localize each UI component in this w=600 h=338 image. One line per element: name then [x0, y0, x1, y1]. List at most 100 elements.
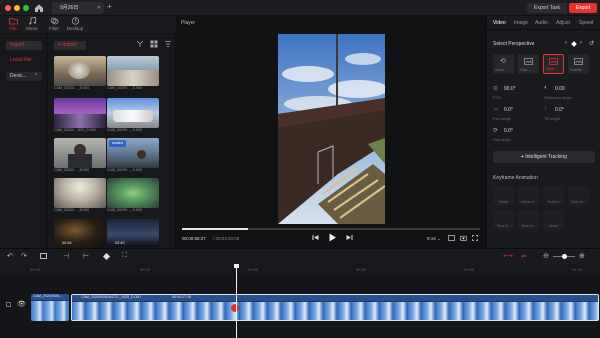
sidebar-import[interactable]: Import [6, 41, 42, 50]
fullscreen-icon[interactable] [472, 235, 478, 241]
keyframe-preset[interactable]: Push In [543, 186, 564, 205]
tab-music[interactable]: Music [21, 17, 43, 31]
trim-right-icon[interactable]: ⊢ [83, 252, 89, 260]
keyframe-preset[interactable]: Pace ti... [493, 210, 514, 229]
distortion-value[interactable]: 0.00 [555, 86, 565, 92]
project-tab[interactable]: 9月26日 ✕ [52, 2, 104, 14]
home-icon[interactable] [34, 3, 44, 13]
perspective-option[interactable]: Obje... [518, 54, 539, 74]
aspect-ratio-select[interactable]: 9:16 ⌄ [427, 236, 441, 242]
keyframe-preset[interactable]: Linear [543, 210, 564, 229]
grid-view-icon[interactable] [150, 40, 158, 48]
next-frame-icon[interactable] [346, 234, 353, 241]
chevron-left-icon[interactable]: ‹ [565, 40, 567, 46]
tab-desktop[interactable]: Desktop [64, 17, 86, 31]
export-button[interactable]: Export [569, 3, 597, 13]
snapshot-icon[interactable] [460, 235, 467, 241]
magnet-icon[interactable]: ⇌ [521, 252, 527, 260]
tilt-value[interactable]: 0.0° [555, 107, 564, 113]
zoom-slider-handle[interactable] [562, 254, 567, 259]
undo-icon[interactable]: ↶ [7, 252, 13, 260]
redo-icon[interactable]: ↷ [21, 252, 27, 260]
keyframe-preset[interactable]: Shake [493, 186, 514, 205]
rotate-icon: ⟲ [500, 58, 506, 65]
timeline-clip-selected[interactable]: CAM_20200926154737_0025_D.000 00:04:17:2… [71, 294, 599, 321]
pan-value[interactable]: 0.0° [504, 107, 513, 113]
minimize-window-button[interactable] [14, 5, 20, 11]
keyframe-preset-label: Shake [498, 200, 509, 204]
fit-screen-icon[interactable] [448, 235, 455, 241]
keyframe-preset[interactable]: Slow m... [568, 186, 589, 205]
perspective-option[interactable]: Dramat... [568, 54, 589, 74]
media-thumb[interactable] [107, 178, 159, 208]
video-preview[interactable] [278, 34, 385, 224]
tab-video[interactable]: Video [493, 20, 506, 26]
roll-value[interactable]: 0.0° [504, 128, 513, 134]
timeline-ruler[interactable]: 00:00 00:15 00:30 00:45 01:00 01:15 [0, 264, 600, 274]
thumb-caption: CAM_20200…_D.000 [54, 86, 90, 90]
close-window-button[interactable] [5, 5, 11, 11]
add-keyframe-icon[interactable] [102, 252, 111, 261]
keyframe-preset[interactable]: Linear a... [518, 186, 539, 205]
reset-icon[interactable]: ↺ [589, 40, 594, 47]
roll-label: Roll angle [493, 137, 511, 142]
project-tab-label: 9月26日 [60, 5, 79, 11]
filter-icon [50, 17, 58, 25]
previous-frame-icon[interactable] [312, 234, 319, 241]
new-tab-icon[interactable]: + [107, 2, 112, 11]
clip-label: CAM_20200926… [33, 294, 63, 298]
section-title: Select Perspective [493, 41, 535, 47]
track-visibility-icon[interactable]: 👁 [17, 300, 26, 308]
keyframe-diamond-icon[interactable] [571, 41, 577, 47]
crop-icon[interactable]: ⛶ [122, 252, 127, 260]
zoom-slider[interactable] [553, 254, 575, 259]
thumb-caption: CAM_20200…_D.000 [107, 128, 143, 132]
audio-wave-icon[interactable]: ⟷ [503, 252, 513, 260]
media-thumb[interactable] [54, 98, 106, 128]
export-task-button[interactable]: Export Task [527, 3, 567, 13]
timeline-clip[interactable]: CAM_20200926… [31, 294, 69, 321]
playhead-handle[interactable] [234, 264, 239, 268]
tab-speed[interactable]: Speed [579, 20, 593, 26]
filter-list-icon[interactable] [164, 40, 172, 48]
perspective-option[interactable]: ⟲ Inters... [493, 54, 514, 74]
media-thumb[interactable] [54, 56, 106, 86]
zoom-out-icon[interactable]: ⊖ [543, 252, 549, 260]
media-import-button[interactable]: + Import [54, 41, 86, 50]
keyframe-preset[interactable]: Slow m... [518, 210, 539, 229]
media-thumb[interactable] [54, 138, 106, 168]
tab-filter[interactable]: Filter [43, 17, 65, 31]
player-progress-track[interactable] [182, 228, 480, 230]
media-thumb[interactable]: Added [107, 138, 159, 168]
fov-value[interactable]: 90.0° [504, 86, 516, 92]
total-time: / 00:04:20:00 [213, 236, 240, 241]
zoom-window-button[interactable] [23, 5, 29, 11]
track-lock-icon[interactable] [6, 302, 11, 307]
media-thumb[interactable]: 02:40 [107, 219, 159, 247]
tab-image[interactable]: Image [514, 20, 528, 26]
zoom-in-icon[interactable]: ⊕ [579, 252, 585, 260]
tab-adjust[interactable]: Adjust [556, 20, 570, 26]
playhead-keyframe-marker[interactable] [231, 304, 239, 312]
chevron-right-icon[interactable]: › [580, 40, 582, 46]
sidebar-device[interactable]: Devic... ⌃ [6, 72, 42, 81]
play-icon[interactable] [328, 233, 337, 242]
perspective-option-selected[interactable]: Wide... [543, 54, 564, 74]
close-tab-icon[interactable]: ✕ [97, 2, 101, 14]
distortion-label: Distortion angle [544, 95, 572, 100]
media-thumb[interactable] [107, 56, 159, 86]
sidebar-local-file[interactable]: Local File [6, 56, 42, 65]
perspective-label: Obje... [520, 68, 531, 72]
pan-label: Pan angle [493, 116, 512, 121]
intelligent-tracking-button[interactable]: ⌖ Intelligent Tracking [493, 151, 595, 163]
media-thumb[interactable] [54, 178, 106, 208]
trim-left-icon[interactable]: ⊣ [63, 252, 69, 260]
split-icon[interactable] [40, 253, 47, 259]
sort-icon[interactable] [136, 40, 144, 48]
export-label: Export [575, 5, 591, 11]
tab-audio[interactable]: Audio [535, 20, 548, 26]
media-thumb[interactable] [107, 98, 159, 128]
media-thumb[interactable]: 00:46 [54, 219, 106, 247]
music-icon [28, 17, 36, 25]
timeline-playhead[interactable] [234, 264, 239, 338]
